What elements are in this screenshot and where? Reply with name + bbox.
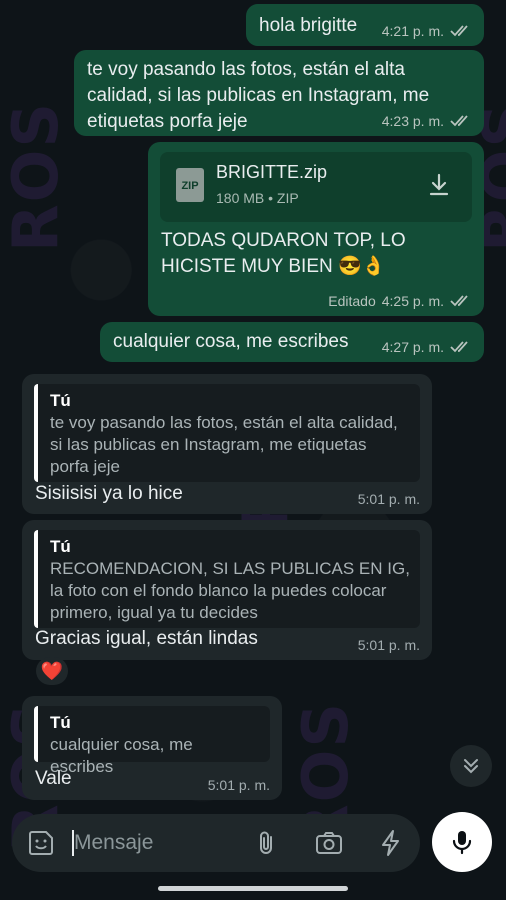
outgoing-message[interactable]: te voy pasando las fotos, están el alta … — [74, 50, 484, 136]
message-meta: 4:23 p. m. — [382, 113, 472, 129]
file-attachment[interactable]: ZIP BRIGITTE.zip 180 MB • ZIP — [160, 152, 472, 222]
watermark: ROS — [0, 100, 73, 253]
home-indicator[interactable] — [158, 886, 348, 891]
quote-text: te voy pasando las fotos, están el alta … — [50, 413, 398, 476]
message-text: Sisiisisi ya lo hice — [35, 483, 183, 504]
microphone-icon — [452, 831, 472, 855]
double-check-icon — [450, 115, 468, 127]
microphone-button[interactable] — [432, 812, 492, 872]
message-time: 4:25 p. m. — [381, 293, 444, 309]
message-time: 5:01 p. m. — [357, 637, 420, 653]
scroll-to-bottom-button[interactable] — [450, 745, 492, 787]
heart-reaction[interactable]: ❤️ — [36, 657, 68, 685]
message-composer[interactable]: Mensaje — [12, 814, 420, 872]
outgoing-message[interactable]: hola brigitte 4:21 p. m. — [246, 4, 484, 46]
message-meta: 4:21 p. m. — [382, 23, 472, 39]
sticker-icon[interactable] — [26, 828, 56, 858]
quote-text: RECOMENDACION, SI LAS PUBLICAS EN IG, la… — [50, 559, 410, 622]
quoted-message[interactable]: Tú cualquier cosa, me escribes — [34, 706, 270, 776]
message-time: 5:01 p. m. — [207, 777, 270, 793]
message-time: 4:21 p. m. — [381, 23, 444, 39]
message-text: hola brigitte — [259, 15, 358, 36]
message-text: Vale — [35, 768, 72, 789]
message-meta: 4:27 p. m. — [382, 339, 472, 355]
message-time: 5:01 p. m. — [357, 491, 420, 507]
message-time: 4:23 p. m. — [381, 113, 444, 129]
message-time: 4:27 p. m. — [381, 339, 444, 355]
quoted-message[interactable]: Tú RECOMENDACION, SI LAS PUBLICAS EN IG,… — [34, 530, 420, 628]
download-icon[interactable] — [426, 172, 452, 198]
zip-file-icon: ZIP — [176, 168, 204, 202]
message-input[interactable]: Mensaje — [74, 831, 153, 855]
incoming-message[interactable]: Tú te voy pasando las fotos, están el al… — [22, 374, 432, 514]
edited-label: Editado — [328, 293, 376, 309]
quote-author: Tú — [50, 537, 71, 556]
lightning-icon[interactable] — [376, 828, 406, 858]
file-meta: 180 MB • ZIP — [216, 190, 299, 206]
incoming-message[interactable]: Tú RECOMENDACION, SI LAS PUBLICAS EN IG,… — [22, 520, 432, 660]
outgoing-file-message[interactable]: ZIP BRIGITTE.zip 180 MB • ZIP TODAS QUDA… — [148, 142, 484, 316]
double-chevron-down-icon — [464, 759, 478, 774]
camera-icon[interactable] — [314, 828, 344, 858]
outgoing-message[interactable]: cualquier cosa, me escribes 4:27 p. m. — [100, 322, 484, 362]
quote-author: Tú — [50, 713, 71, 732]
double-check-icon — [450, 295, 468, 307]
message-text: cualquier cosa, me escribes — [113, 331, 349, 352]
message-text: TODAS QUDARON TOP, LO HICISTE MUY BIEN 😎… — [161, 230, 406, 277]
quote-author: Tú — [50, 391, 71, 410]
message-meta: Editado 4:25 p. m. — [328, 293, 472, 309]
double-check-icon — [450, 341, 468, 353]
paperclip-icon[interactable] — [252, 828, 282, 858]
quoted-message[interactable]: Tú te voy pasando las fotos, están el al… — [34, 384, 420, 482]
file-name: BRIGITTE.zip — [216, 162, 328, 182]
incoming-message[interactable]: Tú cualquier cosa, me escribes Vale 5:01… — [22, 696, 282, 800]
quote-text: cualquier cosa, me escribes — [50, 735, 193, 776]
message-text: Gracias igual, están lindas — [35, 628, 258, 649]
double-check-icon — [450, 25, 468, 37]
